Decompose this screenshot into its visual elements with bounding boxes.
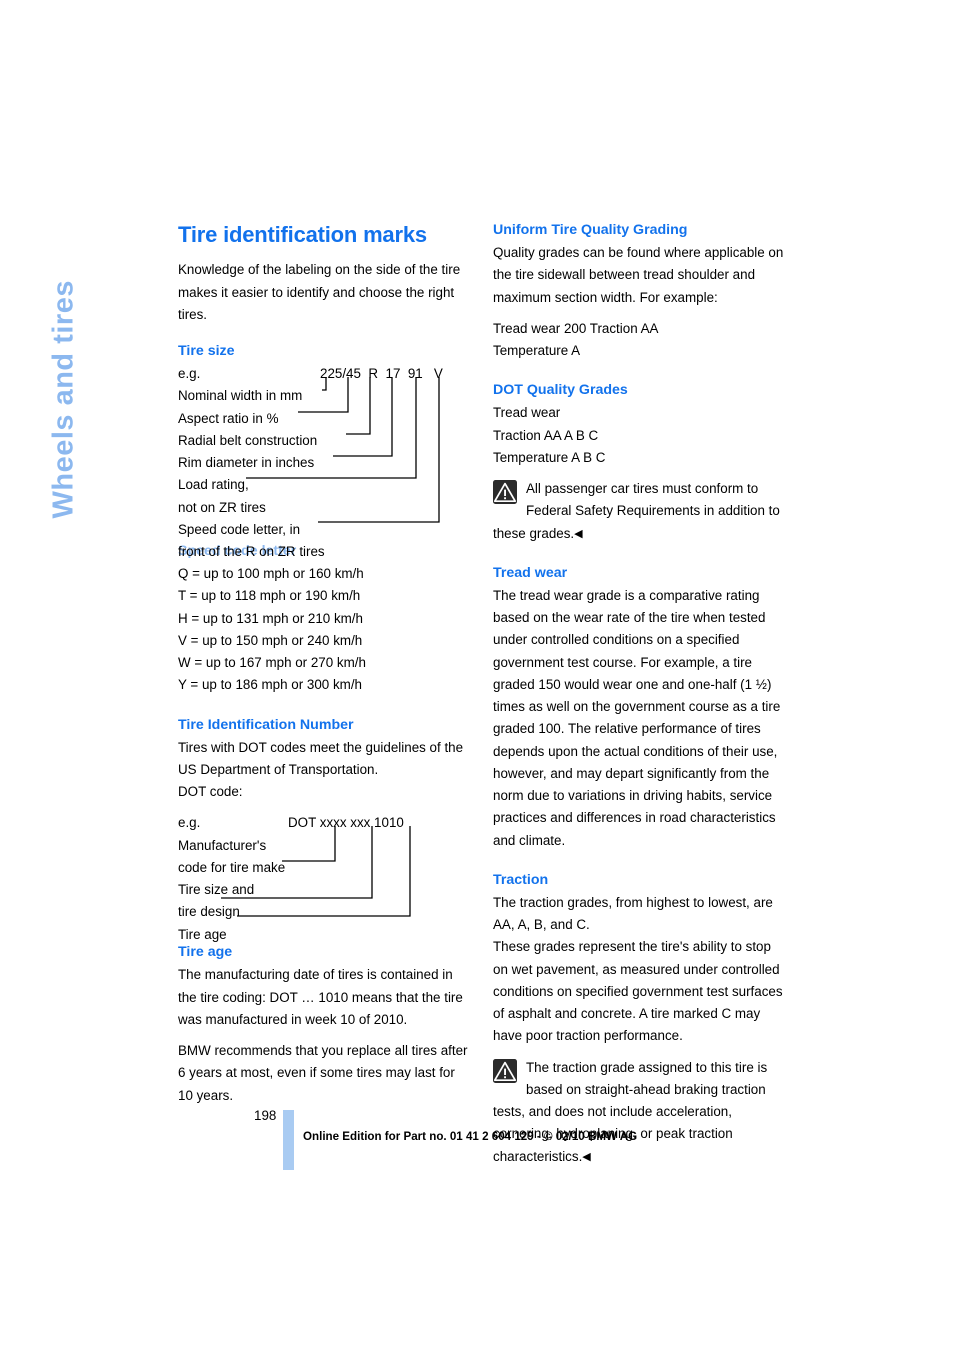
speed-code-row: T = up to 118 mph or 190 km/h: [178, 588, 361, 604]
dot-grades-row: Traction AA A B C: [493, 427, 599, 443]
dot-eg-row: e.g. DOT xxxx xxx 1010: [178, 812, 472, 834]
traction-paragraph: The traction grades, from highest to low…: [493, 894, 773, 933]
utqg-example: Tread wear 200 Traction AA Temperature A: [493, 318, 787, 363]
speed-code-row: Y = up to 186 mph or 300 km/h: [178, 677, 362, 693]
tire-size-sample: 225/45 R 17 91 V: [320, 366, 443, 382]
dot-grades-note: All passenger car tires must conform to …: [493, 478, 787, 545]
speed-code-row: V = up to 150 mph or 240 km/h: [178, 632, 363, 648]
heading-tire-age: Tire age: [178, 944, 233, 961]
speed-code-row: H = up to 131 mph or 210 km/h: [178, 610, 363, 626]
tire-size-callout: Load rating,: [178, 477, 249, 493]
tire-age-paragraph: The manufacturing date of tires is conta…: [178, 967, 463, 1027]
end-of-section-marker: ◀: [582, 1150, 591, 1163]
footer-text: Online Edition for Part no. 01 41 2 604 …: [303, 1130, 638, 1143]
document-page: Wheels and tires Tire identification mar…: [0, 0, 954, 1350]
tire-size-callout: Aspect ratio in %: [178, 410, 279, 426]
heading-traction: Traction: [493, 871, 549, 888]
dot-callout: code for tire make: [178, 859, 286, 875]
page-number: 198: [254, 1108, 277, 1123]
tread-wear-paragraph: The tread wear grade is a comparative ra…: [493, 587, 781, 848]
heading-tire-size: Tire size: [178, 343, 235, 360]
tire-size-callout: front of the R on ZR tires: [178, 544, 325, 560]
page-title: Tire identification marks: [178, 222, 427, 247]
heading-uniform-tire-quality-grading: Uniform Tire Quality Grading: [493, 222, 688, 238]
end-of-section-marker: ◀: [574, 527, 583, 540]
heading-tread-wear: Tread wear: [493, 564, 568, 581]
heading-dot-quality-grades: DOT Quality Grades: [493, 382, 628, 399]
tire-size-callout: Rim diameter in inches: [178, 455, 315, 471]
tire-size-callout: Speed code letter, in: [178, 521, 301, 537]
dot-code-diagram: e.g. DOT xxxx xxx 1010 Manufacturer's co…: [178, 812, 472, 942]
speed-code-row: Q = up to 100 mph or 160 km/h: [178, 566, 364, 582]
speed-code-row: W = up to 167 mph or 270 km/h: [178, 655, 366, 671]
intro-paragraph: Knowledge of the labeling on the side of…: [178, 262, 461, 322]
dot-grades-note-text: All passenger car tires must conform to …: [493, 481, 780, 541]
dot-callout: tire design: [178, 904, 240, 920]
tire-size-callout: Radial belt construction: [178, 432, 318, 448]
dot-callout: Manufacturer's: [178, 837, 267, 853]
dot-grades-list: Tread wear Traction AA A B C Temperature…: [493, 402, 787, 469]
tire-size-eg-label: e.g.: [178, 366, 201, 382]
traction-paragraph: These grades represent the tire's abilit…: [493, 939, 783, 1044]
speed-code-list: Q = up to 100 mph or 160 km/h T = up to …: [178, 563, 472, 697]
tire-size-callout: not on ZR tires: [178, 499, 266, 515]
dot-callout: Tire size and: [178, 882, 255, 898]
chapter-tab-label: Wheels and tires: [47, 280, 80, 519]
utqg-intro: Quality grades can be found where applic…: [493, 245, 784, 305]
dot-eg-label: e.g.: [178, 815, 201, 831]
right-column: Uniform Tire Quality Grading Quality gra…: [493, 222, 787, 1168]
tire-size-eg-row: e.g. 225/45 R 17 91 V: [178, 363, 472, 385]
tin-intro: Tires with DOT codes meet the guidelines…: [178, 739, 464, 777]
warning-triangle-icon: [493, 1058, 517, 1083]
dot-grades-row: Tread wear: [493, 405, 561, 421]
tire-size-diagram: e.g. 225/45 R 17 91 V Nominal width in m…: [178, 363, 472, 559]
dot-callout: Tire age: [178, 926, 227, 942]
dot-grades-row: Temperature A B C: [493, 449, 606, 465]
dot-code-sample: DOT xxxx xxx 1010: [288, 815, 404, 831]
traction-note-text: The traction grade assigned to this tire…: [493, 1059, 768, 1164]
tire-size-callout: Nominal width in mm: [178, 388, 303, 404]
heading-tire-identification-number: Tire Identification Number: [178, 716, 354, 733]
footer-accent-bar: [283, 1110, 294, 1170]
left-column: Tire identification marks Knowledge of t…: [178, 222, 472, 1116]
utqg-example-line: Temperature A: [493, 343, 581, 359]
warning-triangle-icon: [493, 480, 517, 505]
utqg-example-line: Tread wear 200 Traction AA: [493, 320, 659, 336]
traction-note: The traction grade assigned to this tire…: [493, 1057, 787, 1168]
tire-age-paragraph: BMW recommends that you replace all tire…: [178, 1043, 468, 1103]
dot-code-label: DOT code:: [178, 784, 243, 800]
